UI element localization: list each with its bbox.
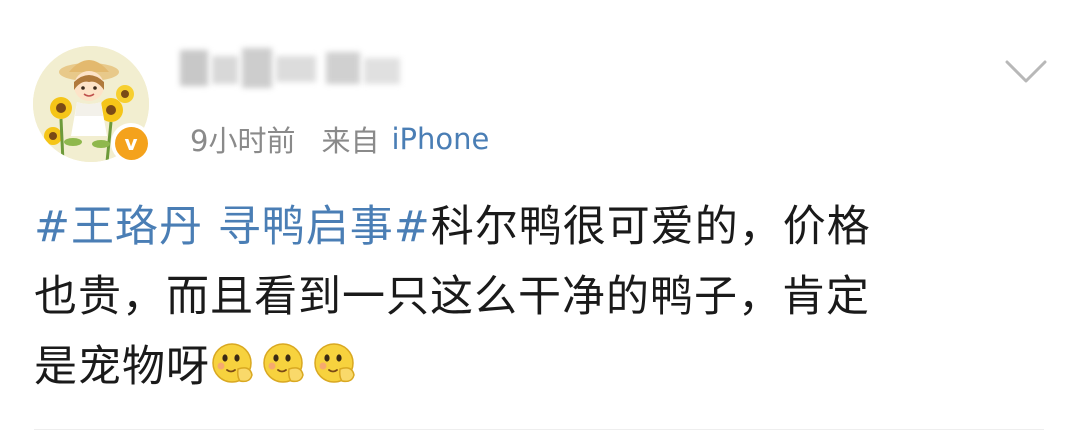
post-meta: 9小时前 来自 iPhone <box>190 119 489 159</box>
smirk-emoji-icon <box>210 338 258 386</box>
topic-hashtag-link[interactable]: #王珞丹 寻鸭启事# <box>34 202 431 252</box>
username-blurred[interactable] <box>176 46 416 92</box>
divider <box>34 429 1044 430</box>
avatar[interactable]: v <box>33 46 151 163</box>
chevron-down-icon[interactable] <box>1004 58 1048 86</box>
content-text-1: 科尔鸭很可爱的，价格 <box>430 202 871 252</box>
blur-block <box>326 52 360 84</box>
post-content: #王珞丹 寻鸭启事#科尔鸭很可爱的，价格 也贵，而且看到一只这么干净的鸭子，肯定… <box>34 192 1044 402</box>
weibo-post-card: v 9小时前 来自 iPhone #王珞丹 寻鸭启事#科尔鸭很可爱的，价格 也贵… <box>0 0 1077 434</box>
smirk-emoji-icon <box>261 338 309 386</box>
content-text-3: 是宠物呀 <box>34 342 210 392</box>
smirk-emoji-icon <box>312 338 360 386</box>
blur-block <box>242 48 272 88</box>
content-line-3: 是宠物呀 <box>34 332 1044 402</box>
content-line-1: #王珞丹 寻鸭启事#科尔鸭很可爱的，价格 <box>34 192 1044 262</box>
blur-block <box>212 56 238 84</box>
source-prefix: 来自 <box>321 124 380 158</box>
verified-v-icon: v <box>114 126 148 160</box>
post-time: 9小时前 <box>190 124 296 158</box>
source-device-link[interactable]: iPhone <box>391 122 489 156</box>
blur-block <box>276 56 316 82</box>
blur-block <box>364 58 400 84</box>
verified-badge: v <box>111 123 151 163</box>
content-line-2: 也贵，而且看到一只这么干净的鸭子，肯定 <box>34 272 870 322</box>
blur-block <box>180 50 208 86</box>
